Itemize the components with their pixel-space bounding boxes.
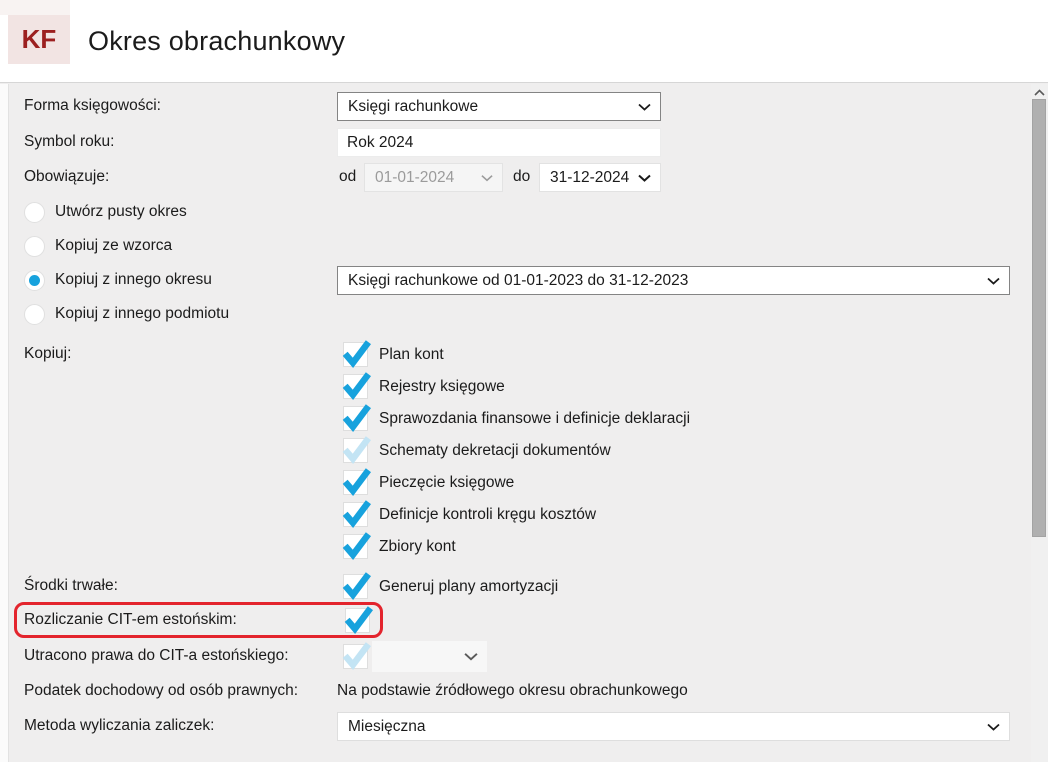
- checkbox-label: Schematy dekretacji dokumentów: [379, 441, 611, 459]
- radio-label: Utwórz pusty okres: [55, 203, 187, 220]
- forma-ksiegowosci-combobox[interactable]: Księgi rachunkowe: [337, 92, 661, 121]
- checkbox-checked-icon[interactable]: [342, 340, 371, 368]
- chevron-down-icon: [987, 277, 1000, 285]
- data-do-datepicker[interactable]: 31-12-2024: [539, 163, 661, 192]
- checkbox-label: Definicje kontroli kręgu kosztów: [379, 505, 597, 523]
- forma-ksiegowosci-value: Księgi rachunkowe: [348, 97, 479, 115]
- radio-label: Kopiuj ze wzorca: [55, 237, 173, 254]
- radio-utworz-pusty-okres[interactable]: Utwórz pusty okres: [24, 200, 187, 224]
- checkbox-utracono-prawa[interactable]: [342, 642, 371, 670]
- checkbox-checked-icon[interactable]: [342, 372, 371, 400]
- radio-icon[interactable]: [24, 303, 45, 325]
- checkbox-label: Sprawozdania finansowe i definicje dekla…: [379, 409, 691, 427]
- checkbox-checked-icon[interactable]: [342, 404, 371, 432]
- radio-label: Kopiuj z innego okresu: [55, 271, 212, 288]
- checkbox-definicje-kontroli[interactable]: Definicje kontroli kręgu kosztów: [342, 500, 597, 528]
- srodki-trwale-label: Środki trwałe:: [24, 577, 118, 594]
- data-do-value: 31-12-2024: [550, 168, 630, 186]
- module-badge-kf: KF: [8, 15, 70, 64]
- checkbox-unchecked-icon[interactable]: [342, 642, 371, 670]
- okres-zrodlowy-value: Księgi rachunkowe od 01-01-2023 do 31-12…: [348, 271, 689, 289]
- radio-selected-icon[interactable]: [24, 269, 45, 291]
- radio-kopiuj-z-innego-podmiotu[interactable]: Kopiuj z innego podmiotu: [24, 302, 229, 326]
- scrollbar-thumb[interactable]: [1032, 99, 1046, 537]
- do-label: do: [513, 168, 531, 185]
- scrollbar-up-arrow-icon[interactable]: [1031, 85, 1048, 99]
- checkbox-rozliczanie-cit-estonskim[interactable]: [344, 606, 373, 634]
- checkbox-label: Plan kont: [379, 345, 444, 363]
- badge-halo: [0, 0, 70, 15]
- checkbox-label: Rejestry księgowe: [379, 377, 505, 395]
- checkbox-checked-icon[interactable]: [342, 532, 371, 560]
- chevron-down-icon: [481, 174, 493, 182]
- radio-icon[interactable]: [24, 235, 45, 257]
- metoda-zaliczek-value: Miesięczna: [348, 717, 426, 735]
- page-title: Okres obrachunkowy: [88, 25, 346, 56]
- radio-label: Kopiuj z innego podmiotu: [55, 305, 230, 322]
- utracono-prawa-label: Utracono prawa do CIT-a estońskiego:: [24, 647, 289, 664]
- left-gutter: [0, 84, 9, 762]
- checkbox-checked-icon[interactable]: [342, 500, 371, 528]
- checkbox-checked-icon[interactable]: [342, 468, 371, 496]
- podatek-dochodowy-value: Na podstawie źródłowego okresu obrachunk…: [337, 682, 688, 699]
- symbol-roku-input[interactable]: [337, 128, 661, 157]
- checkbox-rejestry-ksiegowe[interactable]: Rejestry księgowe: [342, 372, 505, 400]
- checkbox-label: Zbiory kont: [379, 537, 456, 555]
- checkbox-pieczecie-ksiegowe[interactable]: Pieczęcie księgowe: [342, 468, 515, 496]
- data-od-value: 01-01-2024: [375, 168, 455, 186]
- symbol-roku-label: Symbol roku:: [24, 133, 115, 150]
- utracono-prawa-datepicker: [372, 641, 487, 672]
- chevron-down-icon: [638, 174, 651, 182]
- kopiuj-label: Kopiuj:: [24, 345, 72, 362]
- checkbox-checked-icon[interactable]: [344, 606, 373, 634]
- radio-icon[interactable]: [24, 201, 45, 223]
- checkbox-generuj-plany-amortyzacji[interactable]: Generuj plany amortyzacji: [342, 572, 559, 600]
- okres-zrodlowy-combobox[interactable]: Księgi rachunkowe od 01-01-2023 do 31-12…: [337, 266, 1010, 295]
- chevron-down-icon: [464, 652, 478, 661]
- obowiazuje-label: Obowiązuje:: [24, 168, 110, 185]
- checkbox-label: Generuj plany amortyzacji: [379, 577, 559, 595]
- checkbox-zbiory-kont[interactable]: Zbiory kont: [342, 532, 456, 560]
- cit-estonski-label: Rozliczanie CIT-em estońskim:: [24, 611, 237, 628]
- radio-kopiuj-ze-wzorca[interactable]: Kopiuj ze wzorca: [24, 234, 172, 258]
- checkbox-plan-kont[interactable]: Plan kont: [342, 340, 444, 368]
- checkbox-unchecked-icon[interactable]: [342, 436, 371, 464]
- chevron-down-icon: [638, 103, 651, 111]
- checkbox-label: Pieczęcie księgowe: [379, 473, 515, 491]
- podatek-dochodowy-label: Podatek dochodowy od osób prawnych:: [24, 682, 299, 699]
- checkbox-schematy-dekretacji[interactable]: Schematy dekretacji dokumentów: [342, 436, 611, 464]
- metoda-zaliczek-combobox[interactable]: Miesięczna: [337, 712, 1010, 741]
- chevron-down-icon: [987, 723, 1000, 731]
- od-label: od: [339, 168, 357, 185]
- checkbox-sprawozdania-finansowe[interactable]: Sprawozdania finansowe i definicje dekla…: [342, 404, 691, 432]
- data-od-datepicker: 01-01-2024: [364, 163, 503, 192]
- okres-obrachunkowy-window: KF Okres obrachunkowy Forma księgowości:…: [0, 0, 1048, 762]
- checkbox-checked-icon[interactable]: [342, 572, 371, 600]
- radio-kopiuj-z-innego-okresu[interactable]: Kopiuj z innego okresu: [24, 268, 212, 292]
- forma-ksiegowosci-label: Forma księgowości:: [24, 97, 161, 114]
- metoda-zaliczek-label: Metoda wyliczania zaliczek:: [24, 717, 215, 734]
- window-header: KF Okres obrachunkowy: [0, 0, 1048, 83]
